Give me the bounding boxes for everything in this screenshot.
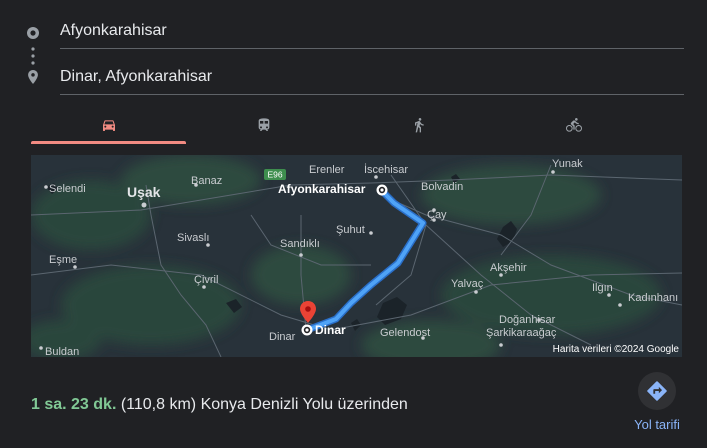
car-icon	[103, 120, 115, 131]
label-usak: Uşak	[127, 184, 161, 200]
label-afyonkarahisar: Afyonkarahisar	[278, 182, 366, 196]
label-banaz: Banaz	[191, 175, 222, 187]
tab-walking[interactable]	[341, 108, 496, 144]
destination-input[interactable]: Dinar, Afyonkarahisar	[60, 60, 684, 95]
label-sivasli: Sivaslı	[177, 232, 209, 244]
tab-transit[interactable]	[186, 108, 341, 144]
train-icon	[258, 118, 270, 131]
tab-driving[interactable]	[31, 108, 186, 144]
route-dots-icon	[31, 47, 35, 65]
label-doganhisar: Doğanhisar	[499, 314, 556, 326]
label-bolvadin: Bolvadin	[421, 181, 463, 193]
map-canvas: E96 Yunak Selendi Uşak Banaz Erenler İsc…	[31, 155, 682, 357]
road-shield-e96: E96	[264, 169, 286, 180]
route-map[interactable]: E96 Yunak Selendi Uşak Banaz Erenler İsc…	[31, 155, 682, 357]
label-suhut: Şuhut	[336, 224, 365, 236]
bike-icon	[566, 118, 582, 132]
label-selendi: Selendi	[49, 183, 86, 195]
origin-input[interactable]: Afyonkarahisar	[60, 14, 684, 49]
label-aksehir: Akşehir	[490, 262, 527, 274]
map-attribution: Harita verileri ©2024 Google	[553, 344, 680, 355]
route-summary: 1 sa. 23 dk. (110,8 km) Konya Denizli Yo…	[31, 396, 408, 414]
label-gelendost: Gelendost	[380, 327, 430, 339]
label-yalvac: Yalvaç	[451, 278, 484, 290]
label-sandikli: Sandıklı	[280, 238, 320, 250]
label-buldan: Buldan	[45, 346, 79, 357]
label-dinar-district: Dinar	[269, 331, 296, 343]
route-details: (110,8 km) Konya Denizli Yolu üzerinden	[120, 396, 408, 413]
directions-label[interactable]: Yol tarifi	[620, 417, 694, 432]
label-civril: Çivril	[194, 274, 218, 286]
label-dinar: Dinar	[315, 323, 346, 337]
label-sarkikaraagac: Şarkikaraağaç	[486, 327, 557, 339]
label-erenler: Erenler	[309, 164, 345, 176]
route-inputs: Afyonkarahisar Dinar, Afyonkarahisar	[20, 12, 696, 102]
label-ilgin: Ilgın	[592, 282, 613, 294]
origin-marker-icon	[376, 184, 388, 196]
label-iscehisar: İscehisar	[364, 163, 408, 176]
label-kadinhani: Kadınhanı	[628, 292, 678, 304]
destination-pin-icon	[28, 70, 38, 84]
tab-cycling[interactable]	[496, 108, 651, 144]
label-esme: Eşme	[49, 254, 77, 266]
route-duration: 1 sa. 23 dk.	[31, 396, 117, 413]
label-yunak: Yunak	[552, 158, 583, 170]
travel-mode-tabs	[31, 108, 651, 144]
walk-icon	[415, 118, 424, 133]
svg-text:E96: E96	[267, 170, 282, 180]
directions-icon	[647, 381, 667, 401]
label-cay: Çay	[427, 209, 447, 221]
origin-icon	[27, 27, 39, 39]
directions-button[interactable]	[638, 372, 676, 410]
